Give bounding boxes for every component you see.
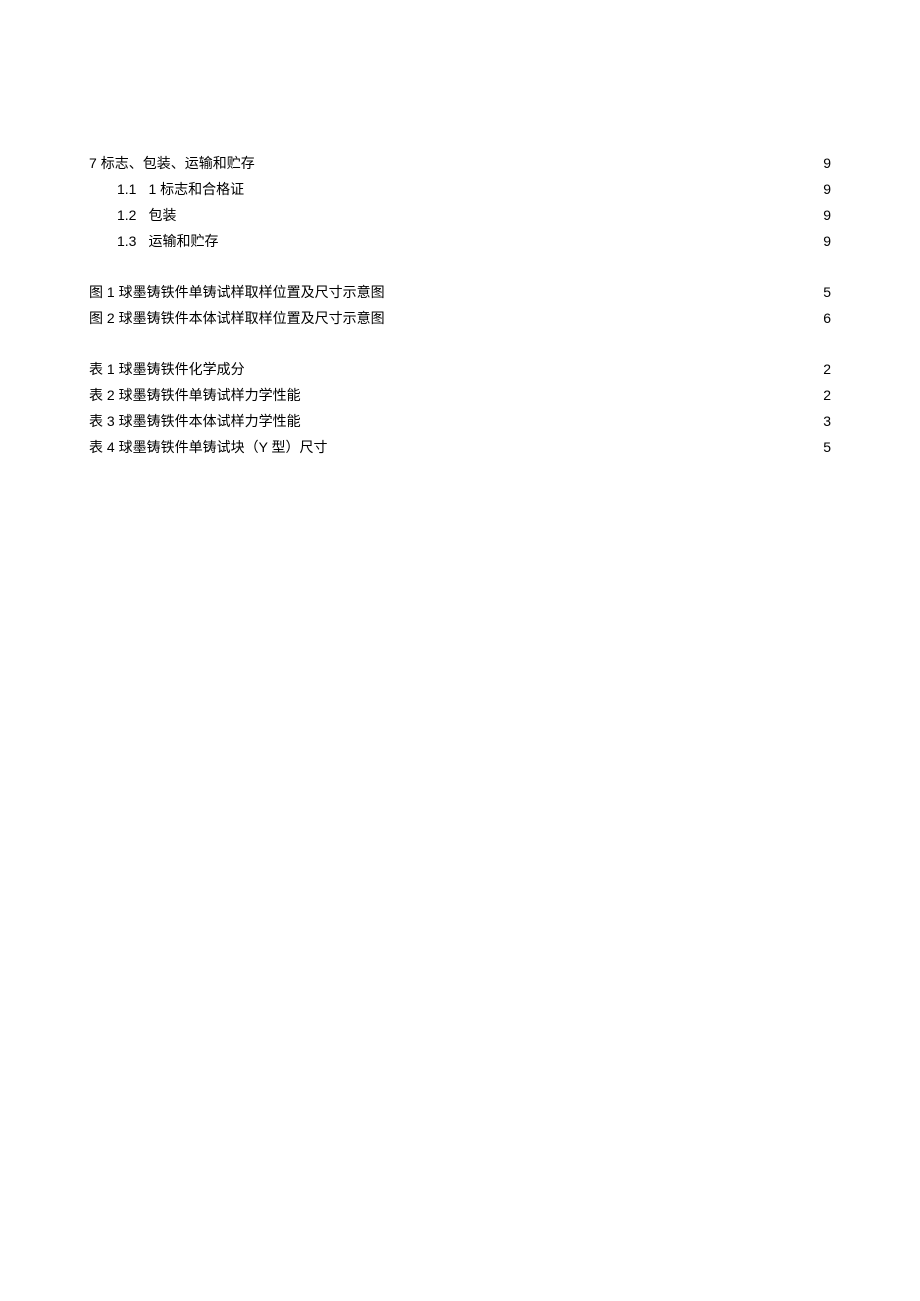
toc-entry: 图 1 球墨铸铁件单铸试样取样位置及尺寸示意图 5 [89,279,831,305]
toc-dots [220,232,821,246]
toc-entry-page: 2 [823,356,831,382]
toc-entry-page: 3 [823,408,831,434]
toc-dots [247,360,822,374]
toc-entry: 1.2包装 9 [89,202,831,228]
toc-dots [387,283,822,297]
toc-entry-label: 表 2 球墨铸铁件单铸试样力学性能 [89,382,301,408]
toc-entry: 表 4 球墨铸铁件单铸试块（Y 型）尺寸 5 [89,434,831,460]
toc-dots [330,438,822,452]
toc-entry-label: 表 4 球墨铸铁件单铸试块（Y 型）尺寸 [89,434,328,460]
toc-entry-label: 表 3 球墨铸铁件本体试样力学性能 [89,408,301,434]
toc-figures: 图 1 球墨铸铁件单铸试样取样位置及尺寸示意图 5 图 2 球墨铸铁件本体试样取… [89,279,831,331]
toc-entry: 1.11 标志和合格证 9 [89,176,831,202]
toc-entry-page: 2 [823,382,831,408]
toc-entry-label: 7标志、包装、运输和贮存 [89,150,261,176]
toc-entry: 表 1 球墨铸铁件化学成分 2 [89,356,831,382]
toc-entry-label: 1.11 标志和合格证 [117,176,244,202]
toc-entry-label: 图 1 球墨铸铁件单铸试样取样位置及尺寸示意图 [89,279,385,305]
toc-dots [303,386,822,400]
toc-entry-page: 5 [823,279,831,305]
toc-entry-page: 6 [823,305,831,331]
toc-entry-page: 5 [823,434,831,460]
toc-entry-label: 1.3运输和贮存 [117,228,218,254]
toc-dots [246,180,821,194]
toc-entry: 7标志、包装、运输和贮存 9 [89,150,831,176]
toc-entry: 表 2 球墨铸铁件单铸试样力学性能 2 [89,382,831,408]
toc-entry-label: 图 2 球墨铸铁件本体试样取样位置及尺寸示意图 [89,305,385,331]
toc-dots [263,154,822,168]
toc-entry: 表 3 球墨铸铁件本体试样力学性能 3 [89,408,831,434]
toc-entry-page: 9 [823,176,831,202]
toc-entry-label: 1.2包装 [117,202,176,228]
toc-entry: 1.3运输和贮存 9 [89,228,831,254]
toc-tables: 表 1 球墨铸铁件化学成分 2 表 2 球墨铸铁件单铸试样力学性能 2 表 3 … [89,356,831,460]
toc-dots [178,206,821,220]
toc-entry-page: 9 [823,228,831,254]
toc-dots [387,309,822,323]
toc-dots [303,412,822,426]
toc-entry-label: 表 1 球墨铸铁件化学成分 [89,356,245,382]
toc-entry: 图 2 球墨铸铁件本体试样取样位置及尺寸示意图 6 [89,305,831,331]
toc-entry-page: 9 [823,202,831,228]
toc-entry-page: 9 [823,150,831,176]
toc-sections: 7标志、包装、运输和贮存 9 1.11 标志和合格证 9 1.2包装 9 1.3… [89,150,831,254]
